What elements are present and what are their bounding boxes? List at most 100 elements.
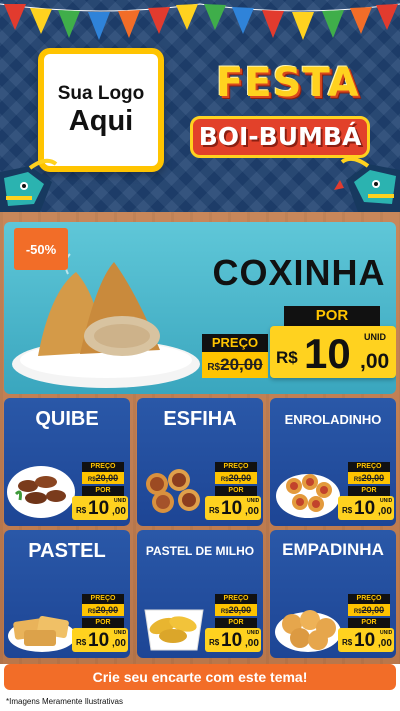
currency: R$ <box>76 638 87 647</box>
featured-currency: R$ <box>276 348 298 367</box>
new-price: R$ 10 UNID ,00 <box>72 628 128 652</box>
price-dec: ,00 <box>112 506 126 517</box>
coxinha-photo <box>12 253 200 388</box>
boi-ox-right-icon <box>334 156 400 212</box>
featured-old-currency: R$ <box>207 362 221 373</box>
price-int: 10 <box>88 630 110 651</box>
product-name: PASTEL DE MILHO <box>145 544 255 558</box>
por-label: POR <box>215 486 257 496</box>
product-name: QUIBE <box>35 408 99 430</box>
price-dec: ,00 <box>245 506 259 517</box>
preco-label: PREÇO <box>215 594 257 604</box>
old-currency: R$ <box>220 477 229 483</box>
featured-preco-label: PREÇO <box>202 334 268 352</box>
currency: R$ <box>209 506 220 515</box>
old-value: 20,00 <box>228 473 252 483</box>
boi-ox-left-icon <box>0 158 58 212</box>
featured-old-price: R$20,00 <box>202 352 268 378</box>
preco-label: PREÇO <box>82 462 124 472</box>
enroladinho-photo <box>276 474 340 518</box>
preco-label: PREÇO <box>348 594 390 604</box>
product-name: EMPADINHA <box>282 540 384 559</box>
old-value: 20,00 <box>361 473 385 483</box>
old-price: R$20,00 <box>82 604 124 616</box>
product-name: ESFIHA <box>163 408 237 430</box>
create-flyer-button[interactable]: Crie seu encarte com este tema! <box>4 664 396 690</box>
old-value: 20,00 <box>361 605 385 615</box>
currency: R$ <box>342 506 353 515</box>
por-label: POR <box>82 486 124 496</box>
old-price: R$20,00 <box>348 604 390 616</box>
pastel-de-milho-photo <box>144 609 204 651</box>
por-label: POR <box>215 618 257 628</box>
featured-product-name: COXINHA <box>212 252 386 293</box>
price-int: 10 <box>354 498 376 519</box>
product-name: ENROLADINHO <box>284 412 382 427</box>
header-banner: Sua Logo Aqui FESTA BOI-BUMBÁ <box>0 0 400 212</box>
featured-por-label: POR <box>284 306 380 326</box>
price-int: 10 <box>88 498 110 519</box>
unit: UNID <box>247 630 260 636</box>
old-currency: R$ <box>353 477 362 483</box>
price-dec: ,00 <box>378 506 392 517</box>
preco-label: PREÇO <box>348 462 390 472</box>
featured-price-int: 10 <box>304 330 351 377</box>
festive-bunting-flags <box>0 3 400 40</box>
unit: UNID <box>247 498 260 504</box>
old-value: 20,00 <box>95 605 119 615</box>
product-card-empadinha[interactable]: EMPADINHA PREÇO R$20,00 POR R$ 10 UNID ,… <box>270 530 396 658</box>
new-price: R$ 10 UNID ,00 <box>338 496 394 520</box>
por-label: POR <box>82 618 124 628</box>
title-festa: FESTA <box>216 60 360 106</box>
old-currency: R$ <box>220 609 229 615</box>
por-label: POR <box>348 618 390 628</box>
product-card-esfiha[interactable]: ESFIHA PREÇO R$20,00 POR R$ 10 UNID ,00 <box>137 398 263 526</box>
old-price: R$20,00 <box>215 604 257 616</box>
currency: R$ <box>76 506 87 515</box>
new-price: R$ 10 UNID ,00 <box>72 496 128 520</box>
new-price: R$ 10 UNID ,00 <box>338 628 394 652</box>
old-currency: R$ <box>353 609 362 615</box>
currency: R$ <box>342 638 353 647</box>
quibe-photo <box>7 466 75 518</box>
unit: UNID <box>114 498 127 504</box>
logo-text-line2: Aqui <box>68 105 134 137</box>
currency: R$ <box>209 638 220 647</box>
old-value: 20,00 <box>228 605 252 615</box>
featured-unit: UNID <box>364 332 386 342</box>
featured-price-dec: ,00 <box>360 350 390 373</box>
product-card-pastel-de-milho[interactable]: PASTEL DE MILHO PREÇO R$20,00 POR R$ 10 … <box>137 530 263 658</box>
esfiha-photo <box>146 469 200 513</box>
old-currency: R$ <box>87 609 96 615</box>
preco-label: PREÇO <box>215 462 257 472</box>
price-dec: ,00 <box>245 638 259 649</box>
price-int: 10 <box>354 630 376 651</box>
discount-badge: -50% <box>14 228 68 270</box>
unit: UNID <box>380 498 393 504</box>
price-int: 10 <box>221 498 243 519</box>
preco-label: PREÇO <box>82 594 124 604</box>
old-value: 20,00 <box>95 473 119 483</box>
logo-text-line1: Sua Logo <box>57 83 145 104</box>
featured-old-value: 20,00 <box>220 355 263 374</box>
product-card-quibe[interactable]: QUIBE PREÇO R$20,00 POR R$ 10 UNID ,00 <box>4 398 130 526</box>
price-int: 10 <box>221 630 243 651</box>
product-card-pastel[interactable]: PASTEL PREÇO R$20,00 POR R$ 10 UNID ,00 <box>4 530 130 658</box>
featured-new-price: R$ 10 UNID ,00 <box>270 326 396 378</box>
product-card-enroladinho[interactable]: ENROLADINHO PREÇO R$20,00 POR R$ 10 UNID… <box>270 398 396 526</box>
unit: UNID <box>380 630 393 636</box>
por-label: POR <box>348 486 390 496</box>
price-dec: ,00 <box>378 638 392 649</box>
new-price: R$ 10 UNID ,00 <box>205 628 261 652</box>
old-price: R$20,00 <box>215 472 257 484</box>
old-price: R$20,00 <box>348 472 390 484</box>
featured-product-card[interactable]: -50% COXINHA PREÇO R$20,00 POR R$ 10 UNI… <box>4 222 396 394</box>
price-dec: ,00 <box>112 638 126 649</box>
old-price: R$20,00 <box>82 472 124 484</box>
pastel-photo <box>8 616 76 652</box>
images-disclaimer: *Imagens Meramente Ilustrativas <box>6 697 123 706</box>
new-price: R$ 10 UNID ,00 <box>205 496 261 520</box>
product-name: PASTEL <box>28 540 106 562</box>
old-currency: R$ <box>87 477 96 483</box>
empadinha-photo <box>275 610 341 652</box>
